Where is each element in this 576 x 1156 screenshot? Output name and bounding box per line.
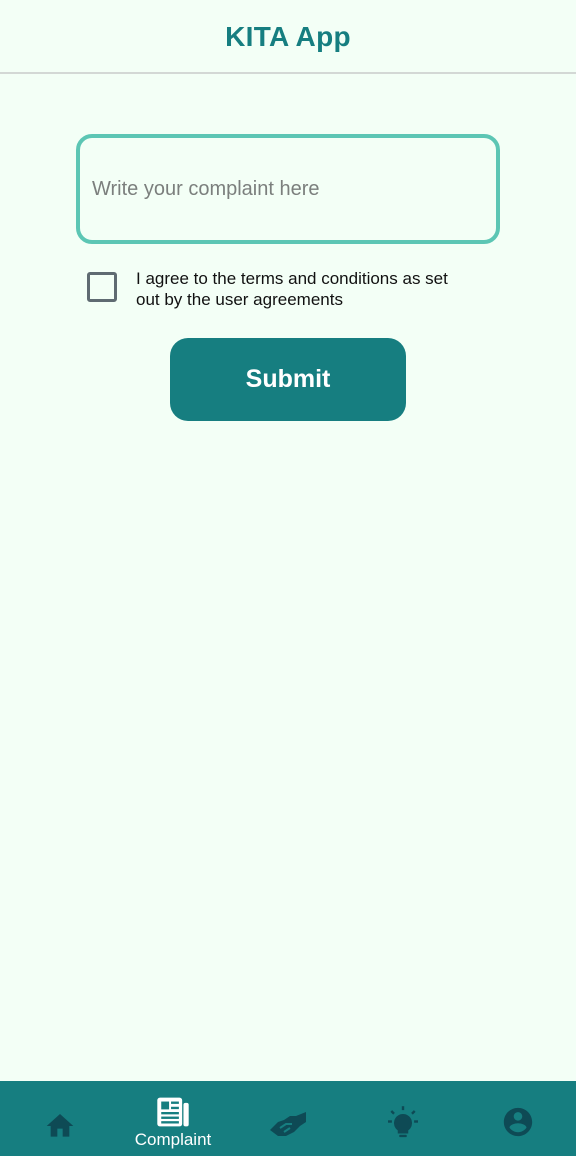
nav-item-home[interactable] (5, 1081, 115, 1156)
newspaper-icon (157, 1097, 189, 1126)
app-header: KITA App (0, 0, 576, 74)
app-title: KITA App (225, 21, 351, 52)
bottom-navigation-bar: Complaint (0, 1081, 576, 1156)
lightbulb-icon (388, 1105, 418, 1137)
terms-agreement-row: I agree to the terms and conditions as s… (87, 268, 487, 310)
terms-agreement-label: I agree to the terms and conditions as s… (136, 269, 448, 309)
account-circle-icon (503, 1107, 533, 1136)
nav-item-ideas[interactable] (348, 1081, 458, 1156)
app-screen: KITA App I agree to the terms and condit… (0, 0, 576, 1156)
home-icon (46, 1113, 74, 1137)
nav-label-complaint: Complaint (134, 1129, 212, 1149)
complaint-input[interactable] (92, 177, 484, 201)
complaint-field-container[interactable] (76, 134, 500, 244)
nav-item-complaint[interactable]: Complaint (118, 1081, 228, 1156)
terms-checkbox[interactable] (87, 272, 117, 302)
handshake-icon (270, 1111, 306, 1136)
nav-item-profile[interactable] (463, 1081, 573, 1156)
nav-item-handshake[interactable] (233, 1081, 343, 1156)
submit-button[interactable]: Submit (170, 338, 406, 421)
